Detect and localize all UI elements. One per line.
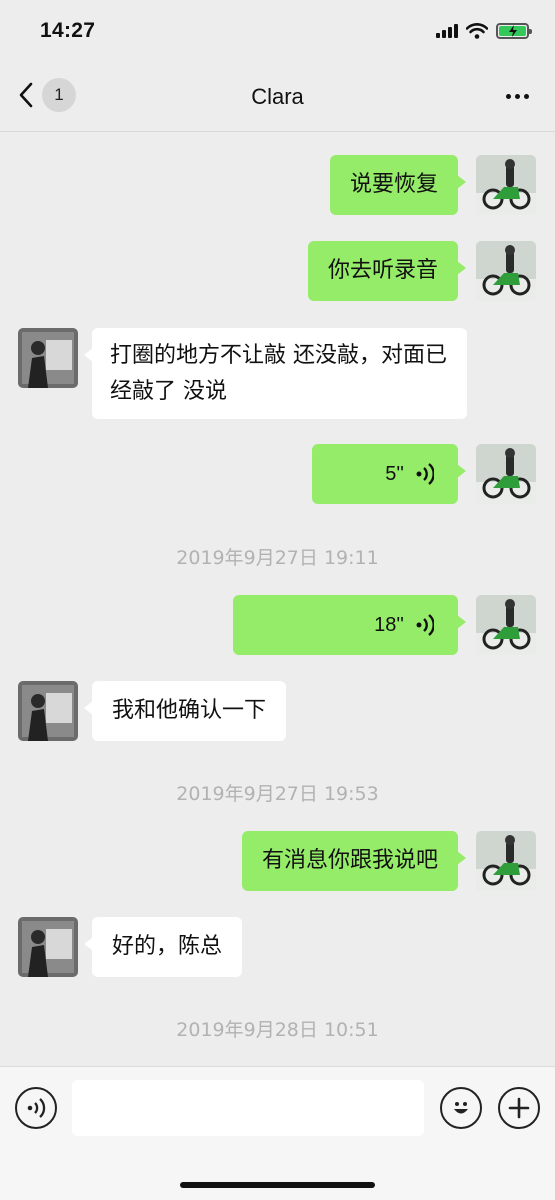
home-indicator	[180, 1182, 375, 1188]
message-timestamp: 2019年9月28日 10:51	[176, 1019, 379, 1041]
message-bubble-received[interactable]: 打圈的地方不让敲 还没敲，对面已经敲了 没说	[84, 328, 467, 419]
unread-count-badge: 1	[42, 78, 76, 112]
chevron-left-icon	[19, 82, 33, 108]
voice-toggle-button[interactable]	[15, 1087, 57, 1129]
voice-duration: 5''	[385, 463, 404, 485]
message-bubble-sent[interactable]: 有消息你跟我说吧	[241, 831, 467, 891]
contact-avatar[interactable]	[18, 328, 78, 388]
voice-wave-icon	[416, 614, 434, 636]
message-list[interactable]: 说要恢复 你去听录音 打圈的地方不让敲 还没敲，对面已经敲了 没说 5'' 20…	[0, 133, 555, 1066]
battery-icon	[496, 23, 532, 39]
more-button[interactable]	[506, 84, 529, 108]
my-avatar[interactable]	[476, 155, 536, 215]
voice-message-sent[interactable]: 18''	[233, 595, 466, 655]
back-button[interactable]: 1	[18, 78, 76, 112]
message-text: 有消息你跟我说吧	[261, 848, 438, 873]
my-avatar[interactable]	[476, 241, 536, 301]
message-text: 说要恢复	[349, 172, 438, 197]
contact-avatar[interactable]	[18, 681, 78, 741]
input-bar	[0, 1066, 555, 1200]
message-text: 我和他确认一下	[112, 698, 267, 723]
my-avatar[interactable]	[476, 831, 536, 891]
message-timestamp: 2019年9月27日 19:11	[176, 547, 379, 569]
voice-wave-icon	[416, 463, 434, 485]
contact-avatar[interactable]	[18, 917, 78, 977]
voice-message-sent[interactable]: 5''	[312, 444, 466, 504]
message-input[interactable]	[72, 1080, 424, 1136]
more-dots-icon	[506, 93, 511, 99]
chat-header: 1 Clara	[0, 62, 555, 132]
emoji-button[interactable]	[440, 1087, 482, 1129]
message-bubble-received[interactable]: 我和他确认一下	[83, 681, 287, 741]
status-time: 14:27	[40, 19, 96, 42]
message-text: 好的，陈总	[112, 934, 223, 959]
my-avatar[interactable]	[476, 595, 536, 655]
plus-icon	[508, 1097, 530, 1119]
message-bubble-sent[interactable]: 你去听录音	[307, 241, 467, 301]
emoji-icon	[454, 1102, 468, 1114]
wifi-icon	[466, 23, 488, 39]
status-bar: 14:27	[0, 0, 555, 62]
voice-icon	[27, 1098, 46, 1118]
my-avatar[interactable]	[476, 444, 536, 504]
message-bubble-received[interactable]: 好的，陈总	[83, 917, 243, 977]
chat-title: Clara	[251, 83, 304, 109]
add-button[interactable]	[498, 1087, 540, 1129]
message-bubble-sent[interactable]: 说要恢复	[329, 155, 467, 215]
status-icons	[436, 23, 532, 39]
message-text: 打圈的地方不让敲 还没敲，对面已经敲了 没说	[110, 343, 447, 404]
signal-icon	[436, 24, 458, 38]
message-text: 你去听录音	[327, 258, 438, 283]
voice-duration: 18''	[374, 614, 404, 636]
message-timestamp: 2019年9月27日 19:53	[176, 783, 379, 805]
